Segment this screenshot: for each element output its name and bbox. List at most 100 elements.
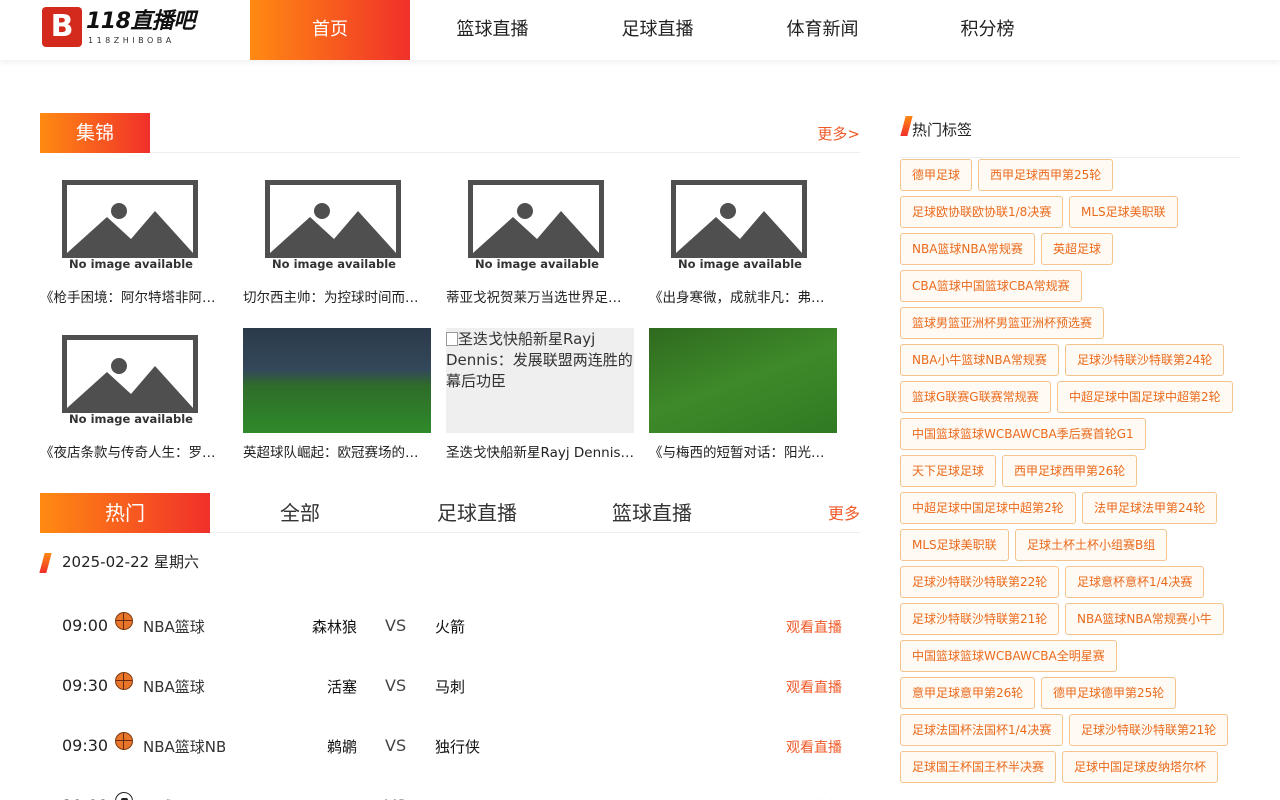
watch-live-link[interactable]: 观看直播 [786, 677, 842, 697]
date-text: 2025-02-22 星期六 [62, 553, 199, 571]
hot-tag[interactable]: 天下足球足球 [900, 455, 997, 487]
highlight-card[interactable]: No image available 《枪手困境：阿尔特塔非阿森纳最佳人选？》 [40, 173, 228, 306]
hot-tag[interactable]: 足球沙特联沙特联第21轮 [1069, 714, 1229, 746]
highlight-card[interactable]: No image available 切尔西主帅：为控球时间而战，我们必将重新崛起 [243, 173, 431, 306]
versus-label: VS [385, 676, 407, 695]
broken-image[interactable]: 圣迭戈快船新星Rayj Dennis：发展联盟两连胜的幕后功臣 [446, 328, 634, 433]
hot-tag[interactable]: 足球意杯意杯1/4决赛 [1065, 566, 1205, 598]
nav-basketball-live[interactable]: 篮球直播 [410, 0, 575, 60]
hot-tag[interactable]: 中超足球中国足球中超第2轮 [900, 492, 1076, 524]
hot-tag[interactable]: 足球欧协联欧协联1/8决赛 [900, 196, 1064, 228]
hot-tag[interactable]: 西甲足球西甲第25轮 [978, 159, 1114, 191]
hot-tag[interactable]: 西甲足球西甲第26轮 [1002, 455, 1138, 487]
highlight-card[interactable]: No image available 《夜店条款与传奇人生：罗纳尔迪尼奥》 [40, 328, 228, 461]
nav-standings[interactable]: 积分榜 [905, 0, 1070, 60]
highlights-title: 集锦 [40, 113, 150, 153]
highlight-title[interactable]: 英超球队崛起：欧冠赛场的新力量 [243, 441, 431, 461]
schedule-more-link[interactable]: 更多 [828, 497, 860, 531]
hot-tag[interactable]: 中超足球中国足球中超第2轮 [1057, 381, 1233, 413]
no-image-placeholder[interactable]: No image available [40, 173, 228, 278]
hot-tag[interactable]: 足球沙特联沙特联第22轮 [900, 566, 1060, 598]
site-header: B 118直播吧 118ZHIBOBA 首页 篮球直播 足球直播 体育新闻 积分… [0, 0, 1280, 60]
main-nav: 首页 篮球直播 足球直播 体育新闻 积分榜 [250, 0, 1070, 60]
hot-tag[interactable]: 足球国王杯国王杯半决赛 [900, 751, 1057, 783]
image-frame [671, 180, 807, 258]
no-image-placeholder[interactable]: No image available [243, 173, 431, 278]
hot-tag[interactable]: 足球沙特联沙特联第21轮 [900, 603, 1060, 635]
hot-tag[interactable]: 法甲足球法甲第24轮 [1082, 492, 1218, 524]
tab-football-live[interactable]: 足球直播 [422, 493, 532, 533]
watch-live-link[interactable]: 观看直播 [786, 737, 842, 757]
highlight-card[interactable]: 英超球队崛起：欧冠赛场的新力量 [243, 328, 431, 461]
highlight-card[interactable]: 《与梅西的短暂对话：阳光下的足球梦》 [649, 328, 837, 461]
date-accent [39, 553, 52, 573]
hot-tag[interactable]: MLS足球美职联 [900, 529, 1009, 561]
hot-tag[interactable]: 篮球G联赛G联赛常规赛 [900, 381, 1051, 413]
highlights-header: 集锦 更多> [40, 113, 860, 153]
highlight-card[interactable]: No image available 蒂亚戈祝贺莱万当选世界足球先生 [446, 173, 634, 306]
no-image-placeholder[interactable]: No image available [446, 173, 634, 278]
tab-all[interactable]: 全部 [260, 493, 340, 533]
mountain-icon [270, 211, 396, 253]
hot-tag[interactable]: 足球中国足球皮纳塔尔杯 [1062, 751, 1219, 783]
match-time: 09:30 [62, 736, 109, 755]
hot-tag[interactable]: NBA小牛篮球NBA常规赛 [900, 344, 1059, 376]
hot-tags-title: 热门标签 [912, 121, 973, 139]
hot-tag[interactable]: 足球沙特联沙特联第24轮 [1065, 344, 1225, 376]
hot-tag[interactable]: 中国篮球篮球WCBAWCBA季后赛首轮G1 [900, 418, 1146, 450]
image-frame [62, 335, 198, 413]
logo-subtitle: 118ZHIBOBA [88, 36, 175, 45]
schedule-tabs: 热门 全部 足球直播 篮球直播 更多 [40, 493, 860, 533]
highlight-title[interactable]: 《出身寒微，成就非凡：弗兰克·德布劳恩》 [649, 286, 837, 306]
highlight-title[interactable]: 《与梅西的短暂对话：阳光下的足球梦》 [649, 441, 837, 461]
hot-tag[interactable]: NBA篮球NBA常规赛 [900, 233, 1035, 265]
nav-football-live[interactable]: 足球直播 [575, 0, 740, 60]
highlight-card[interactable]: No image available 《出身寒微，成就非凡：弗兰克·德布劳恩》 [649, 173, 837, 306]
highlight-title[interactable]: 圣迭戈快船新星Rayj Dennis：发展联盟两连胜的幕后功臣 [446, 441, 634, 461]
hot-tag[interactable]: 中国篮球篮球WCBAWCBA全明星赛 [900, 640, 1117, 672]
versus-label: VS [385, 796, 406, 800]
no-image-placeholder[interactable]: No image available [649, 173, 837, 278]
highlight-title[interactable]: 蒂亚戈祝贺莱万当选世界足球先生 [446, 286, 634, 306]
hot-tag[interactable]: 英超足球 [1041, 233, 1114, 265]
hot-tag[interactable]: 足球土杯土杯小组赛B组 [1015, 529, 1168, 561]
soccer-ball-icon [115, 792, 133, 800]
versus-label: VS [385, 736, 407, 755]
logo-mark: B [42, 7, 82, 47]
highlight-title[interactable]: 《夜店条款与传奇人生：罗纳尔迪尼奥》 [40, 441, 228, 461]
match-time: 10:00 [62, 796, 108, 800]
site-logo[interactable]: B 118直播吧 118ZHIBOBA [42, 7, 202, 47]
nav-home[interactable]: 首页 [250, 0, 410, 60]
image-frame [265, 180, 401, 258]
watch-live-link[interactable]: 观看直播 [786, 617, 842, 637]
hot-tag[interactable]: MLS足球美职联 [1069, 196, 1178, 228]
hot-tag[interactable]: 德甲足球 [900, 159, 973, 191]
highlight-photo[interactable] [243, 328, 431, 433]
nav-sports-news[interactable]: 体育新闻 [740, 0, 905, 60]
tab-hot[interactable]: 热门 [40, 493, 210, 533]
hot-tag[interactable]: NBA篮球NBA常规赛小牛 [1065, 603, 1224, 635]
versus-label: VS [385, 616, 407, 635]
match-league: NBA篮球 [143, 678, 205, 696]
highlight-title[interactable]: 《枪手困境：阿尔特塔非阿森纳最佳人选？》 [40, 286, 228, 306]
mountain-icon [473, 211, 599, 253]
hot-tag[interactable]: 足球法国杯法国杯1/4决赛 [900, 714, 1064, 746]
match-row: 09:00 NBA篮球 森林狼 VS 火箭 观看直播 [40, 612, 860, 642]
no-image-placeholder[interactable]: No image available [40, 328, 228, 433]
tab-basketball-live[interactable]: 篮球直播 [597, 493, 707, 533]
hot-tag[interactable]: 德甲足球德甲第25轮 [1041, 677, 1177, 709]
hot-tag[interactable]: 意甲足球意甲第26轮 [900, 677, 1036, 709]
hot-tag[interactable]: CBA篮球中国篮球CBA常规赛 [900, 270, 1082, 302]
no-image-caption: No image available [69, 412, 193, 426]
no-image-caption: No image available [69, 257, 193, 271]
highlight-title[interactable]: 切尔西主帅：为控球时间而战，我们必将重新崛起 [243, 286, 431, 306]
highlight-photo[interactable] [649, 328, 837, 433]
highlight-card[interactable]: 圣迭戈快船新星Rayj Dennis：发展联盟两连胜的幕后功臣圣迭戈快船新星Ra… [446, 328, 634, 461]
match-league: NBA篮球NBA常规赛 [143, 738, 225, 756]
mountain-icon [67, 366, 193, 408]
home-team: 活塞 [326, 678, 357, 696]
away-team: 马刺 [435, 678, 466, 696]
highlights-more-link[interactable]: 更多> [817, 117, 860, 151]
hot-tag[interactable]: 篮球男篮亚洲杯男篮亚洲杯预选赛 [900, 307, 1105, 339]
no-image-caption: No image available [475, 257, 599, 271]
